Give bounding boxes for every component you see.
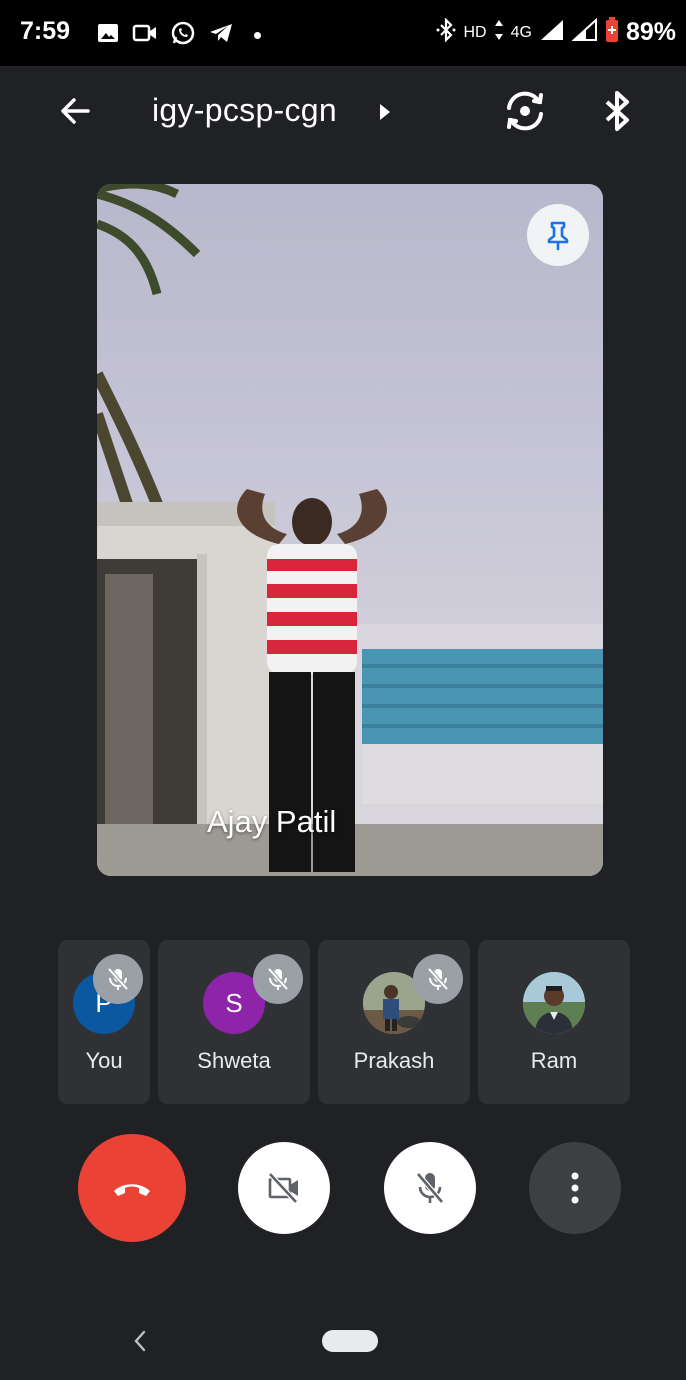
pin-button[interactable] xyxy=(527,204,589,266)
muted-badge xyxy=(93,954,143,1004)
meeting-top-bar: igy-pcsp-cgn xyxy=(0,66,686,156)
network-label: 4G xyxy=(510,23,532,41)
bluetooth-status-icon xyxy=(435,17,457,47)
telegram-icon xyxy=(208,21,234,50)
video-icon xyxy=(132,21,158,50)
hang-up-icon xyxy=(114,1184,150,1196)
muted-badge xyxy=(253,954,303,1004)
chevron-left-icon xyxy=(134,1330,146,1352)
main-video-tile[interactable]: Ajay Patil xyxy=(97,184,603,876)
camera-toggle-button[interactable] xyxy=(238,1142,330,1234)
participant-name: Shweta xyxy=(197,1048,271,1073)
caret-right-icon[interactable] xyxy=(378,103,392,126)
status-time: 7:59 xyxy=(20,17,71,45)
battery-percent: 89% xyxy=(625,18,676,46)
mic-off-icon xyxy=(267,967,289,991)
video-feed xyxy=(97,184,603,876)
avatar-initial: S xyxy=(225,987,243,1018)
bluetooth-audio-button[interactable] xyxy=(598,88,638,134)
camera-off-icon xyxy=(268,1172,298,1204)
profile-photo xyxy=(523,972,585,1034)
end-call-button[interactable] xyxy=(78,1134,186,1242)
mic-off-icon xyxy=(107,967,129,991)
speaker-name: Ajay Patil xyxy=(207,804,337,839)
battery-icon xyxy=(605,17,619,48)
participant-tile-prakash[interactable]: Prakash xyxy=(318,940,470,1104)
muted-badge xyxy=(413,954,463,1004)
mic-off-icon xyxy=(416,1172,444,1204)
system-status: HD 4G 89% xyxy=(435,17,676,48)
more-notifications-dot xyxy=(254,32,261,39)
bluetooth-icon xyxy=(605,91,629,131)
signal-2-icon xyxy=(571,17,598,47)
participant-tile-you[interactable]: P You xyxy=(58,940,150,1104)
more-options-button[interactable] xyxy=(529,1142,621,1234)
arrow-left-icon xyxy=(61,98,90,124)
participant-name: Ram xyxy=(530,1048,578,1073)
more-vert-icon xyxy=(571,1172,579,1204)
avatar xyxy=(523,972,585,1034)
hd-label: HD xyxy=(463,23,487,41)
microphone-toggle-button[interactable] xyxy=(384,1142,476,1234)
participant-tile-shweta[interactable]: S Shweta xyxy=(158,940,310,1104)
participant-name: Prakash xyxy=(353,1048,435,1073)
data-arrows-icon xyxy=(494,19,504,46)
camera-switch-icon xyxy=(507,91,543,131)
switch-camera-button[interactable] xyxy=(500,86,550,136)
notification-icons xyxy=(96,20,261,51)
back-button[interactable] xyxy=(52,88,98,134)
signal-icon xyxy=(539,18,565,47)
whatsapp-icon xyxy=(170,20,196,51)
participant-name: You xyxy=(85,1048,123,1073)
mic-off-icon xyxy=(427,967,449,991)
pin-icon xyxy=(547,221,569,251)
image-icon xyxy=(96,21,120,50)
nav-back-button[interactable] xyxy=(128,1326,152,1356)
participant-tile-ram[interactable]: Ram xyxy=(478,940,630,1104)
meeting-code[interactable]: igy-pcsp-cgn xyxy=(152,92,337,129)
status-bar: 7:59 HD 4G 89% xyxy=(0,0,686,66)
nav-home-pill[interactable] xyxy=(322,1330,378,1352)
